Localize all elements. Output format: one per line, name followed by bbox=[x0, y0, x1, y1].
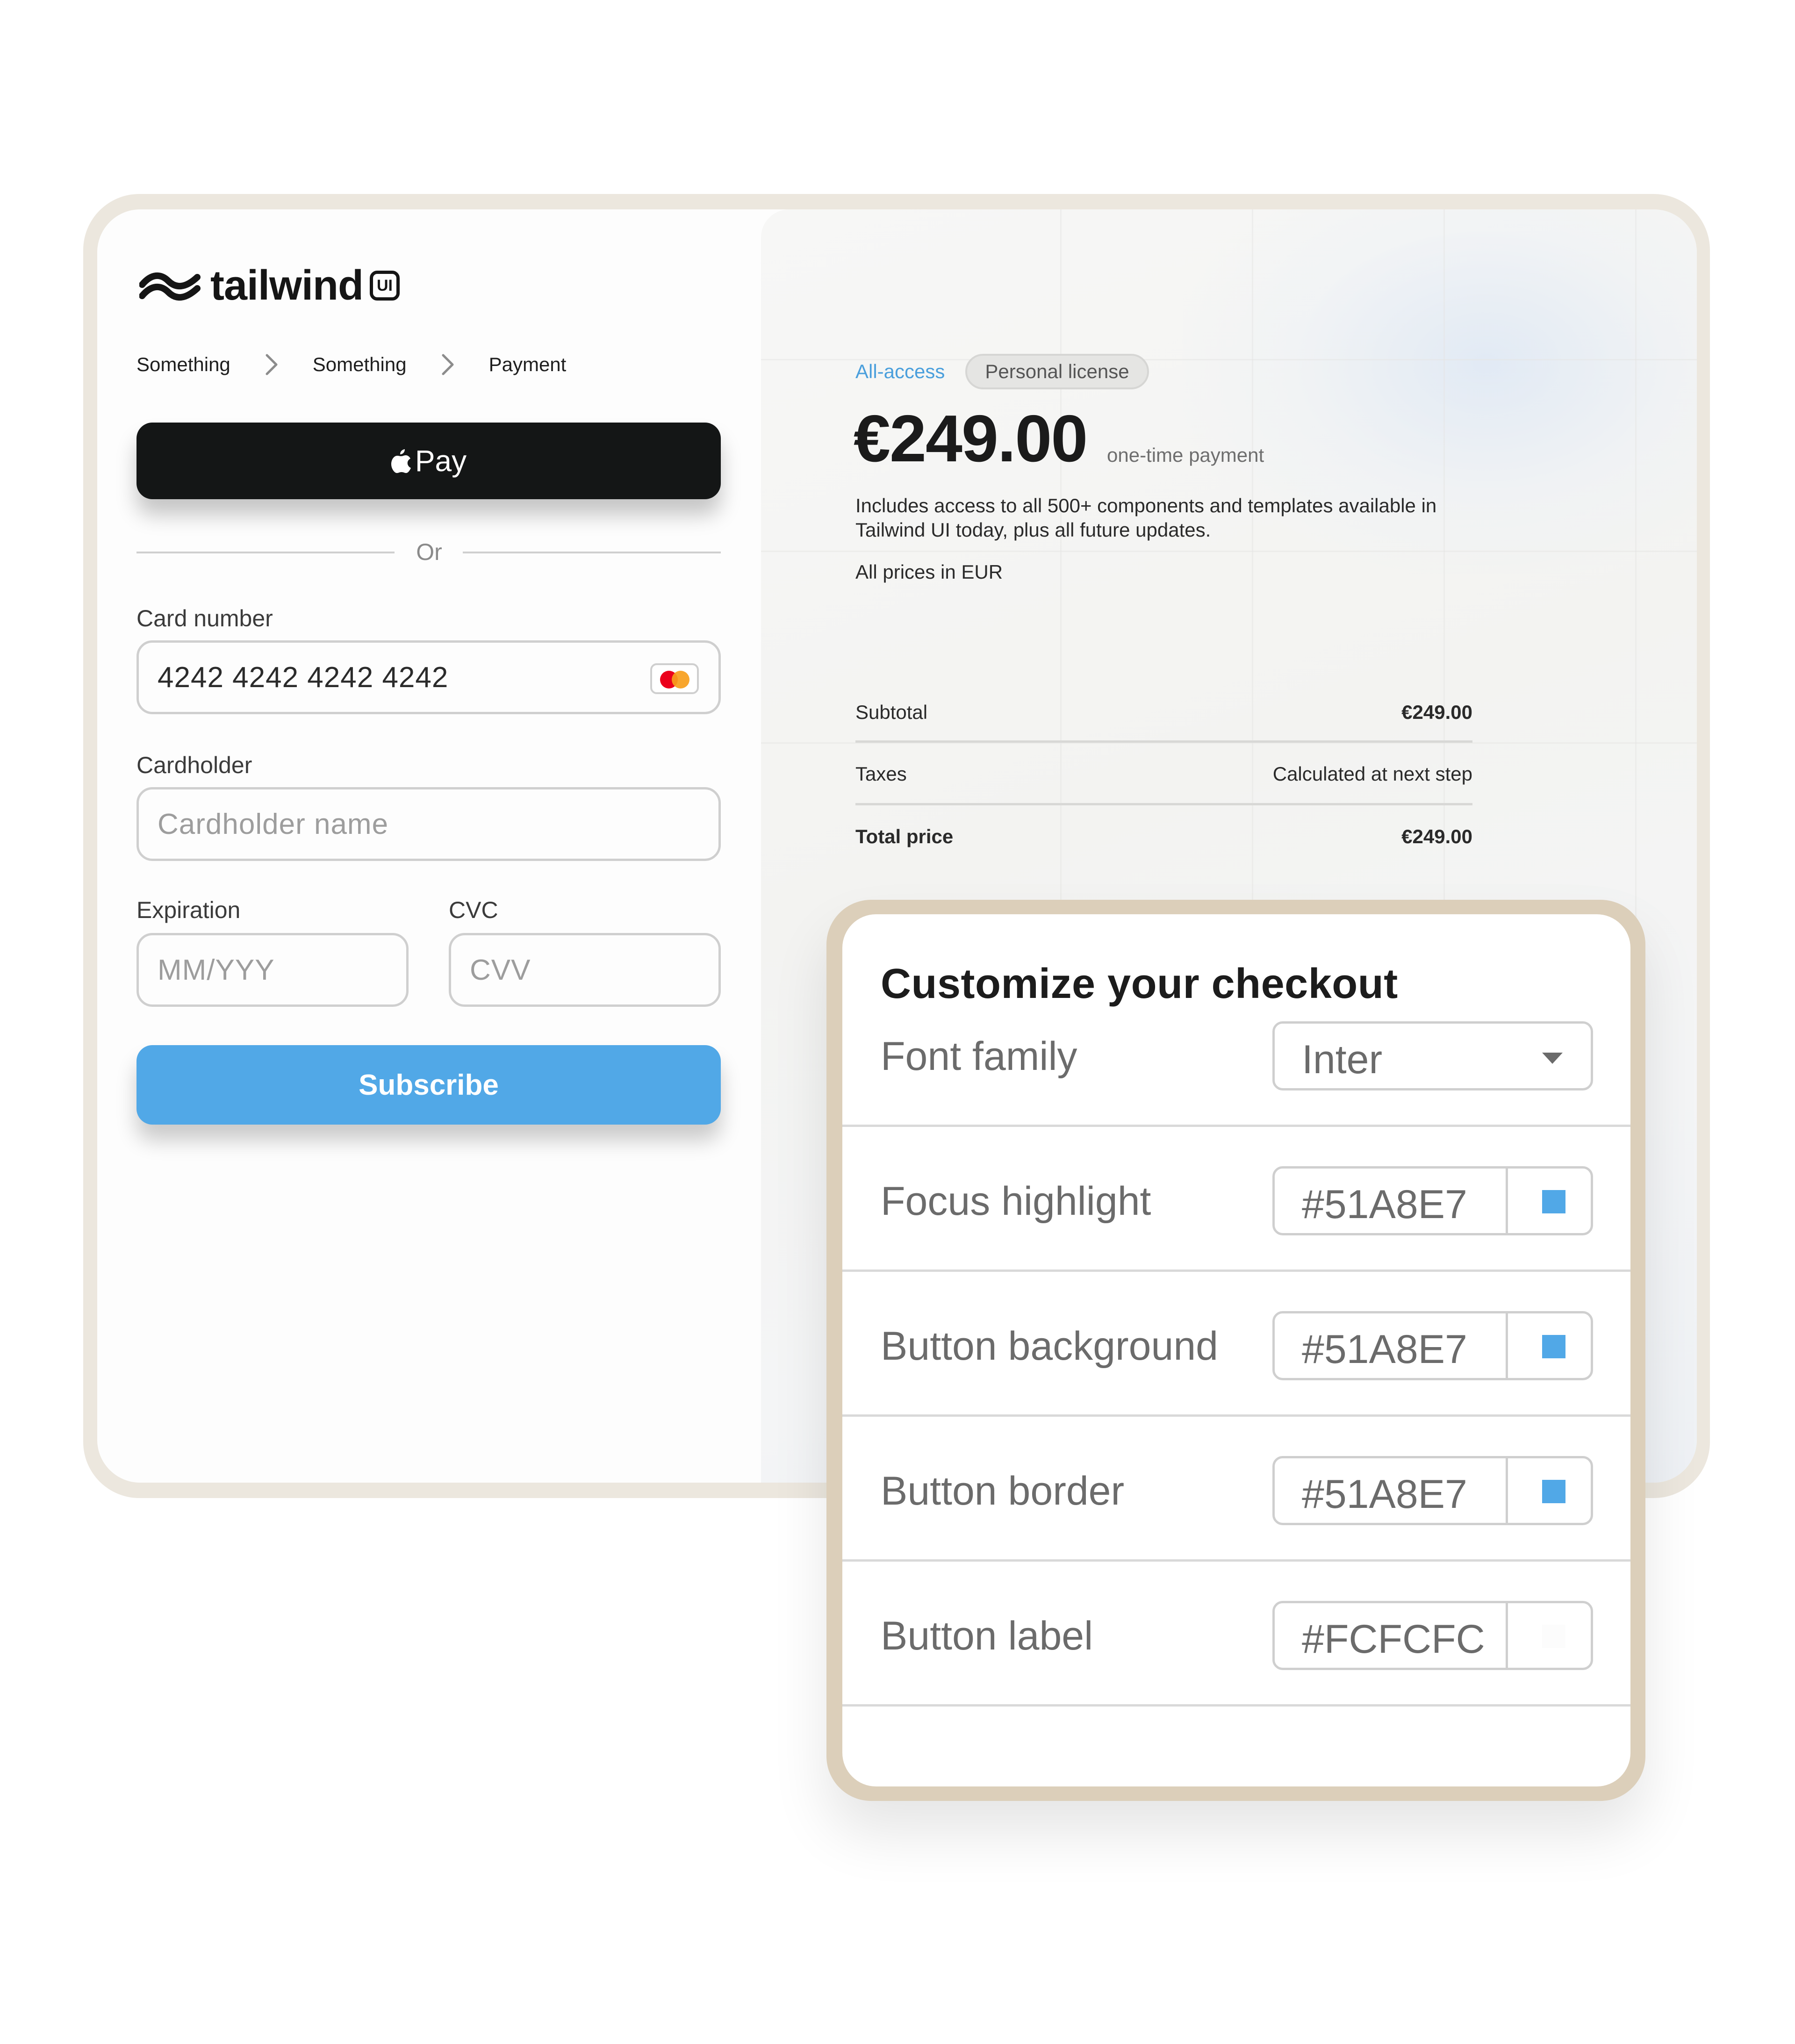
button-border-value: #51A8E7 bbox=[1302, 1472, 1467, 1517]
breadcrumb-item-current[interactable]: Payment bbox=[489, 353, 567, 376]
plan-description: Includes access to all 500+ components a… bbox=[855, 495, 1437, 541]
brand-badge: UI bbox=[370, 271, 400, 301]
cvc-input[interactable]: CVV bbox=[449, 933, 721, 1007]
apple-pay-button[interactable]: Pay bbox=[136, 423, 721, 499]
taxes-label: Taxes bbox=[855, 763, 907, 785]
chevron-right-icon bbox=[266, 354, 278, 375]
button-background-label: Button background bbox=[881, 1324, 1218, 1369]
breadcrumb-item-1[interactable]: Something bbox=[136, 353, 230, 376]
cardholder-input[interactable]: Cardholder name bbox=[136, 787, 721, 861]
tailwind-logo-icon bbox=[139, 272, 201, 301]
breadcrumb-item-2[interactable]: Something bbox=[313, 353, 407, 376]
expiration-placeholder: MM/YYY bbox=[158, 954, 275, 986]
cardholder-placeholder: Cardholder name bbox=[158, 808, 389, 840]
apple-pay-label: Pay bbox=[415, 444, 467, 478]
button-label-input[interactable]: #FCFCFC bbox=[1272, 1601, 1593, 1670]
caret-down-icon bbox=[1542, 1053, 1563, 1064]
font-family-label: Font family bbox=[881, 1034, 1077, 1079]
card-number-label: Card number bbox=[136, 605, 273, 631]
expiration-input[interactable]: MM/YYY bbox=[136, 933, 409, 1007]
subtotal-label: Subtotal bbox=[855, 701, 928, 723]
cardholder-label: Cardholder bbox=[136, 752, 252, 778]
divider-line-left bbox=[136, 552, 395, 553]
currency-note: All prices in EUR bbox=[855, 561, 1003, 583]
summary-divider bbox=[855, 803, 1472, 805]
summary-divider bbox=[855, 740, 1472, 743]
chevron-right-icon bbox=[442, 354, 454, 375]
button-background-input[interactable]: #51A8E7 bbox=[1272, 1311, 1593, 1380]
subtotal-value: €249.00 bbox=[1401, 701, 1472, 723]
button-label-value: #FCFCFC bbox=[1302, 1617, 1485, 1662]
total-label: Total price bbox=[855, 825, 954, 847]
taxes-value: Calculated at next step bbox=[1272, 763, 1472, 785]
payment-pane: tailwind UI Something Something Payment … bbox=[97, 209, 761, 1483]
row-font-family: Font family Inter bbox=[842, 982, 1630, 1127]
customize-panel: Customize your checkout Font family Inte… bbox=[842, 914, 1630, 1786]
breadcrumb: Something Something Payment bbox=[136, 351, 566, 379]
focus-highlight-input[interactable]: #51A8E7 bbox=[1272, 1166, 1593, 1235]
button-border-input[interactable]: #51A8E7 bbox=[1272, 1456, 1593, 1525]
card-number-input[interactable]: 4242 4242 4242 4242 bbox=[136, 640, 721, 714]
color-swatch[interactable] bbox=[1542, 1480, 1565, 1503]
summary-row-total: Total price €249.00 bbox=[855, 825, 1472, 848]
price: €249.00 bbox=[854, 402, 1088, 476]
font-family-select[interactable]: Inter bbox=[1272, 1021, 1593, 1090]
row-button-label: Button label #FCFCFC bbox=[842, 1562, 1630, 1707]
brand-name: tailwind bbox=[210, 262, 364, 309]
tailwind-ui-logo: tailwind UI bbox=[139, 265, 400, 307]
divider-or: Or bbox=[416, 539, 442, 565]
row-button-border: Button border #51A8E7 bbox=[842, 1417, 1630, 1562]
focus-highlight-value: #51A8E7 bbox=[1302, 1182, 1467, 1227]
tab-personal-license[interactable]: Personal license bbox=[965, 354, 1149, 389]
divider-line-right bbox=[463, 552, 721, 553]
color-swatch[interactable] bbox=[1542, 1625, 1565, 1648]
expiration-label: Expiration bbox=[136, 897, 241, 923]
tab-all-access[interactable]: All-access bbox=[855, 360, 945, 383]
button-border-label: Button border bbox=[881, 1469, 1125, 1513]
plan-tabs: All-access Personal license bbox=[855, 354, 1149, 389]
apple-icon bbox=[391, 449, 411, 473]
font-family-value: Inter bbox=[1302, 1037, 1383, 1082]
cvc-placeholder: CVV bbox=[470, 954, 531, 986]
price-note: one-time payment bbox=[1107, 444, 1264, 466]
row-button-background: Button background #51A8E7 bbox=[842, 1272, 1630, 1417]
focus-highlight-label: Focus highlight bbox=[881, 1179, 1151, 1224]
mastercard-icon bbox=[650, 663, 699, 694]
subscribe-button[interactable]: Subscribe bbox=[136, 1045, 721, 1125]
card-number-value: 4242 4242 4242 4242 bbox=[158, 661, 449, 694]
button-label-label: Button label bbox=[881, 1614, 1093, 1658]
cvc-label: CVC bbox=[449, 897, 498, 923]
button-background-value: #51A8E7 bbox=[1302, 1327, 1467, 1372]
row-focus-highlight: Focus highlight #51A8E7 bbox=[842, 1127, 1630, 1272]
summary-row-taxes: Taxes Calculated at next step bbox=[855, 763, 1472, 785]
color-swatch[interactable] bbox=[1542, 1190, 1565, 1213]
summary-row-subtotal: Subtotal €249.00 bbox=[855, 701, 1472, 724]
color-swatch[interactable] bbox=[1542, 1335, 1565, 1358]
total-value: €249.00 bbox=[1401, 825, 1472, 847]
